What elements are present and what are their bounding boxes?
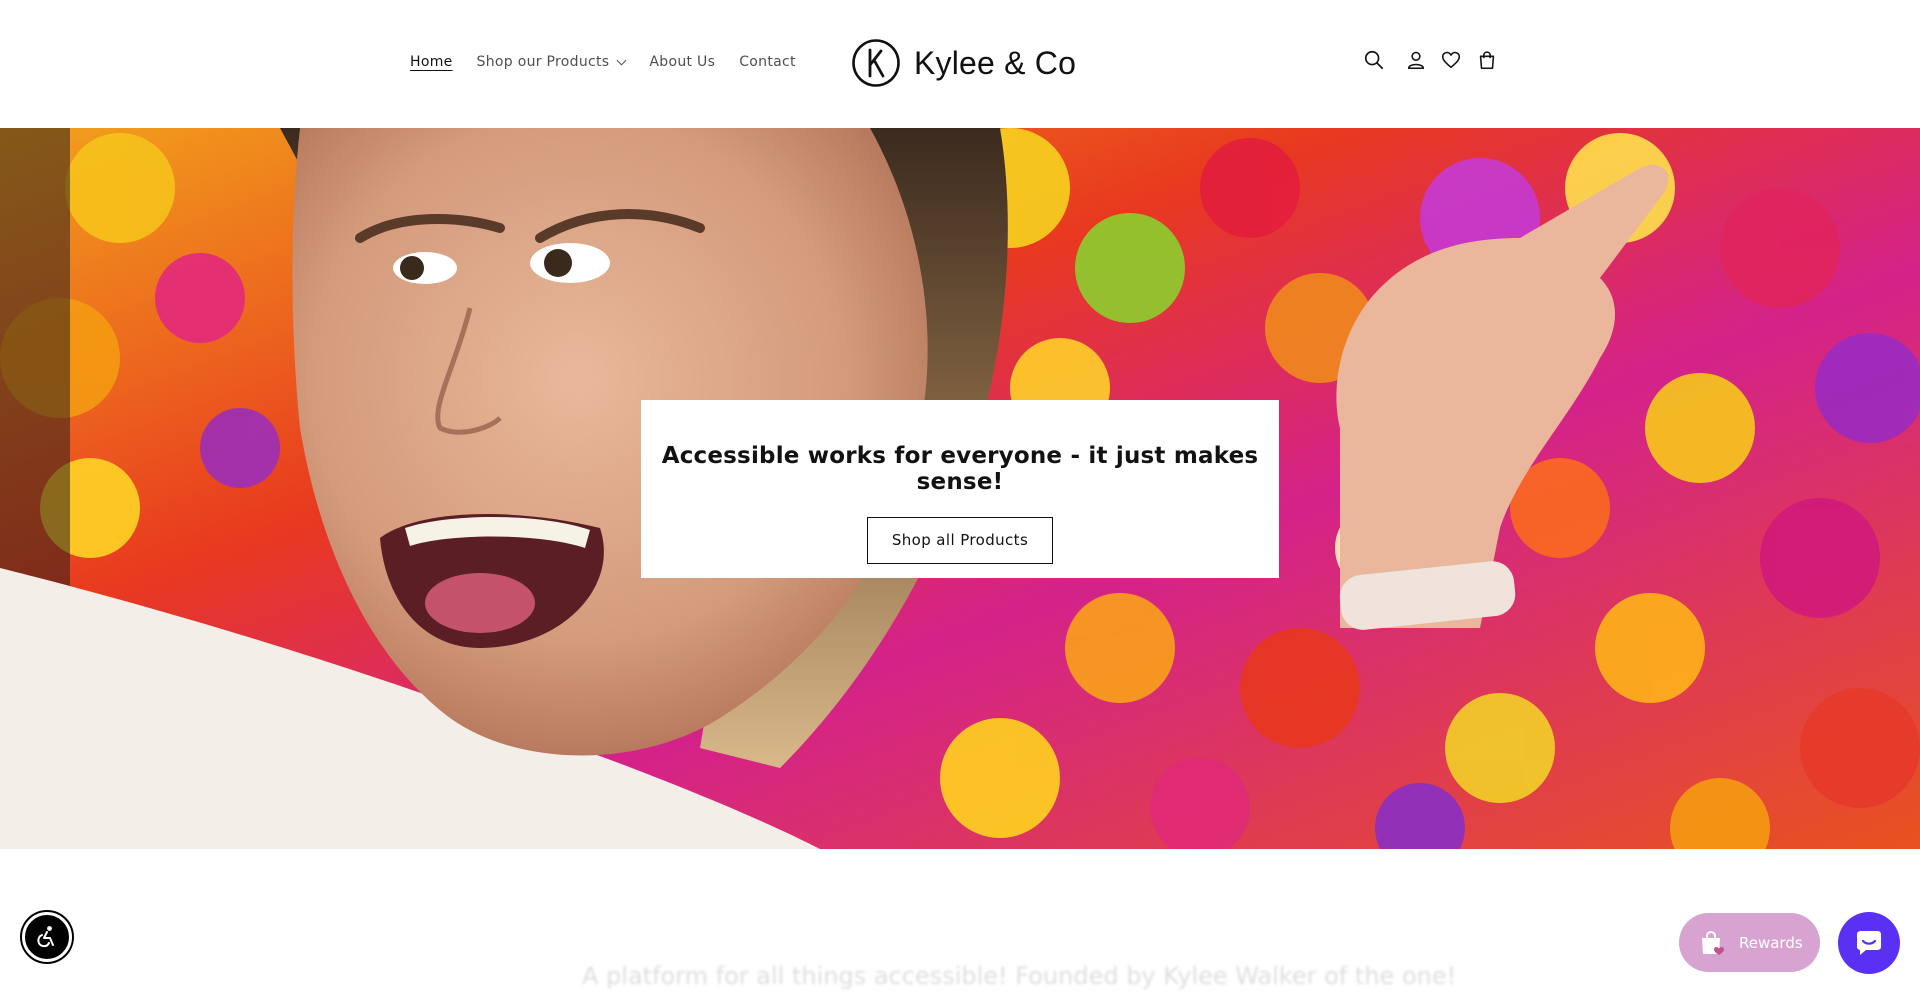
search-icon[interactable] — [1362, 48, 1386, 72]
rewards-label: Rewards — [1739, 933, 1803, 952]
hero-banner: Accessible works for everyone - it just … — [0, 128, 1920, 849]
site-header: Home Shop our Products About Us Contact … — [0, 0, 1920, 128]
section-heading: A platform for all things accessible! Fo… — [582, 962, 1457, 990]
accessibility-icon — [37, 926, 54, 948]
site-logo[interactable]: Kylee & Co — [851, 38, 1076, 88]
nav-contact[interactable]: Contact — [739, 54, 796, 70]
logo-k-icon — [852, 39, 900, 87]
account-icon[interactable] — [1404, 48, 1428, 72]
chevron-down-icon — [616, 55, 627, 65]
cart-icon[interactable] — [1475, 48, 1499, 72]
shop-all-products-button[interactable]: Shop all Products — [867, 517, 1053, 564]
nav-shop-products[interactable]: Shop our Products — [476, 54, 627, 70]
heart-icon[interactable] — [1439, 48, 1463, 72]
rewards-button[interactable]: Rewards — [1679, 913, 1820, 972]
main-nav: Home Shop our Products About Us Contact — [410, 54, 796, 70]
chat-icon — [1857, 931, 1881, 955]
nav-shop-products-label: Shop our Products — [476, 54, 610, 70]
hero-card: Accessible works for everyone - it just … — [641, 400, 1279, 578]
chat-button[interactable] — [1838, 912, 1900, 974]
logo-text: Kylee & Co — [914, 44, 1077, 81]
accessibility-button[interactable] — [22, 912, 72, 962]
nav-about[interactable]: About Us — [649, 54, 715, 70]
nav-home[interactable]: Home — [410, 54, 453, 70]
rewards-bag-icon — [1702, 930, 1724, 955]
hero-heading: Accessible works for everyone - it just … — [661, 443, 1259, 495]
header-icons — [1362, 48, 1499, 72]
